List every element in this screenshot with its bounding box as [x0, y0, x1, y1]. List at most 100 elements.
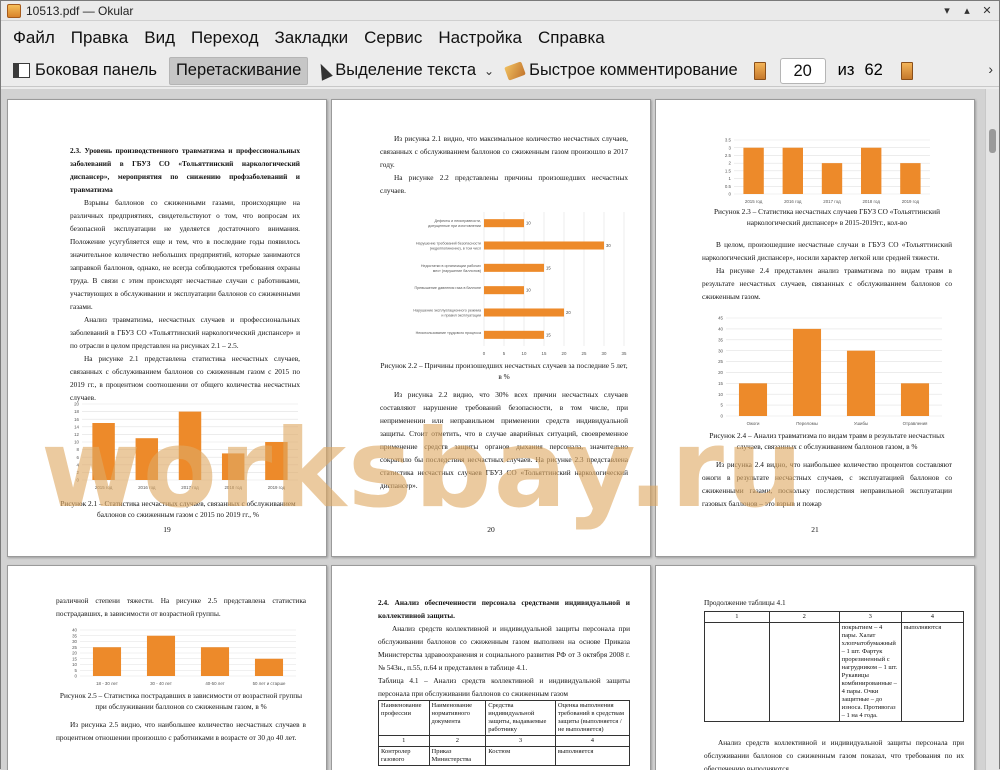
document-viewport[interactable]: 2.3. Уровень производственного травматиз… [1, 89, 985, 770]
y-tick-label: 1 [729, 176, 732, 181]
data-label: 10 [526, 288, 531, 293]
y-tick-label: 15 [72, 656, 77, 661]
ppe-table: Наименование профессии Наименование норм… [378, 700, 631, 766]
page-of-label: из [837, 61, 855, 79]
vertical-scrollbar[interactable] [985, 89, 999, 770]
y-tick-label: 0 [729, 192, 732, 197]
y-category-label: допущенные при изготовлении [428, 224, 481, 228]
page-22: различной степени тяжести. На рисунке 2.… [7, 565, 327, 770]
paragraph: Из рисунка 2.1 видно, что максимальное к… [380, 134, 628, 169]
x-tick-label: 18 - 30 лет [96, 681, 118, 686]
menu-settings[interactable]: Настройка [430, 28, 530, 48]
y-tick-label: 20 [718, 370, 723, 375]
window-title: 10513.pdf — Okular [26, 3, 134, 18]
title-bar: 10513.pdf — Okular ▾ ▴ ✕ [1, 1, 999, 21]
chart-bar [861, 147, 882, 194]
menu-bookmarks[interactable]: Закладки [267, 28, 357, 48]
section-heading: 2.4. Анализ обеспеченности персонала сре… [378, 598, 630, 620]
paragraph: В целом, произошедшие несчастные случаи … [702, 240, 952, 262]
y-tick-label: 3.5 [725, 138, 732, 143]
toolbar-overflow-icon[interactable]: › [988, 61, 993, 77]
quick-annotation-button[interactable]: Быстрое комментирование [500, 57, 744, 85]
table-header-cell: Наименование нормативного документа [428, 700, 487, 736]
y-tick-label: 5 [721, 403, 724, 408]
data-label: 30 [606, 243, 611, 248]
chart-figure-2-5: 0510152025303540 18 - 30 лет 30 - 40 лет 40… [72, 628, 296, 686]
next-page-icon[interactable] [900, 61, 913, 80]
chart-bar [484, 330, 544, 339]
y-category-label: и правил эксплуатации [441, 314, 481, 318]
chart-bar [782, 147, 803, 194]
table-cell: Приказ Министерства [428, 746, 487, 766]
x-tick-label: 2017 год [181, 485, 199, 490]
chart-bar [792, 328, 822, 416]
section-heading: 2.3. Уровень производственного травматиз… [70, 146, 300, 194]
x-tick-label: Ушибы [854, 421, 868, 426]
data-label: 15 [546, 332, 551, 337]
table-header-cell: Средства индивидуальной защиты, выдаваем… [485, 700, 556, 736]
menu-view[interactable]: Вид [136, 28, 183, 48]
x-tick-label: 2019 год [902, 199, 920, 204]
menu-tools[interactable]: Сервис [356, 28, 430, 48]
menu-go[interactable]: Переход [183, 28, 267, 48]
chart-bar [135, 438, 159, 480]
paragraph: На рисунке 2.1 представлена статистика н… [70, 354, 300, 402]
menu-file[interactable]: Файл [5, 28, 63, 48]
x-tick-label: 50 лет и старше [253, 681, 286, 686]
x-tick-label: 2019 год [268, 485, 286, 490]
menu-help[interactable]: Справка [530, 28, 613, 48]
page-20: Из рисунка 2.1 видно, что максимальное к… [331, 99, 651, 557]
maximize-icon[interactable]: ▴ [959, 3, 975, 19]
page-19: 2.3. Уровень производственного травматиз… [7, 99, 327, 557]
y-tick-label: 35 [72, 633, 77, 638]
y-tick-label: 20 [74, 402, 79, 407]
chart-bar [92, 647, 122, 676]
y-category-label: мест (нарушение баллонов) [433, 269, 481, 273]
paragraph: На рисунке 2.4 представлен анализ травма… [702, 266, 952, 301]
chart-bar [484, 263, 544, 272]
x-tick-label: 35 [622, 351, 627, 356]
data-label: 20 [566, 310, 571, 315]
paragraph: На рисунке 2.2 представлены причины прои… [380, 173, 628, 195]
table-cell [704, 622, 770, 722]
y-tick-label: 3 [729, 145, 732, 150]
page-number-input[interactable]: 20 [779, 57, 826, 84]
chart-bar [265, 442, 288, 480]
text-select-tool-button[interactable]: Выделение текста [312, 57, 482, 85]
x-tick-label: Отравления [903, 421, 928, 426]
y-tick-label: 16 [74, 417, 79, 422]
y-tick-label: 40 [72, 628, 77, 633]
y-tick-label: 40 [718, 326, 723, 331]
menu-edit[interactable]: Правка [63, 28, 136, 48]
chart-bar [254, 658, 284, 676]
y-tick-label: 10 [72, 662, 77, 667]
x-tick-label: 2018 год [862, 199, 880, 204]
page-number: 20 [487, 525, 495, 534]
y-tick-label: 30 [72, 639, 77, 644]
y-category-label: Нарушение эксплуатационного режима [413, 309, 482, 313]
y-tick-label: 0.5 [725, 184, 732, 189]
table-cell: 2 [428, 735, 487, 747]
browse-tool-button[interactable]: Перетаскивание [168, 56, 309, 85]
previous-page-icon[interactable] [753, 61, 766, 80]
close-icon[interactable]: ✕ [979, 3, 995, 19]
x-tick-label: Переломы [796, 421, 818, 426]
main-toolbar: Боковая панель Перетаскивание Выделение … [1, 55, 999, 87]
okular-app-icon [7, 3, 21, 18]
chevron-down-icon[interactable]: ⌄ [484, 64, 494, 78]
scrollbar-thumb[interactable] [989, 129, 996, 153]
paragraph: Из рисунка 2.5 видно, что наибольшее кол… [56, 720, 306, 742]
minimize-icon[interactable]: ▾ [939, 3, 955, 19]
chart-bar [484, 219, 524, 228]
sidebar-toggle-button[interactable]: Боковая панель [7, 57, 163, 85]
y-tick-label: 2 [77, 470, 80, 475]
x-tick-label: 2016 год [138, 485, 156, 490]
table-header-cell: Оценка выполнения требований в средствам… [554, 700, 631, 736]
chart-bar [900, 383, 930, 416]
table-cell: 3 [838, 611, 902, 623]
browse-tool-label: Перетаскивание [175, 61, 302, 79]
figure-caption: Рисунок 2.3 – Статистика несчастных случ… [714, 207, 940, 227]
highlighter-icon [504, 60, 526, 81]
table-cell: 2 [768, 611, 840, 623]
x-tick-label: 10 [522, 351, 527, 356]
